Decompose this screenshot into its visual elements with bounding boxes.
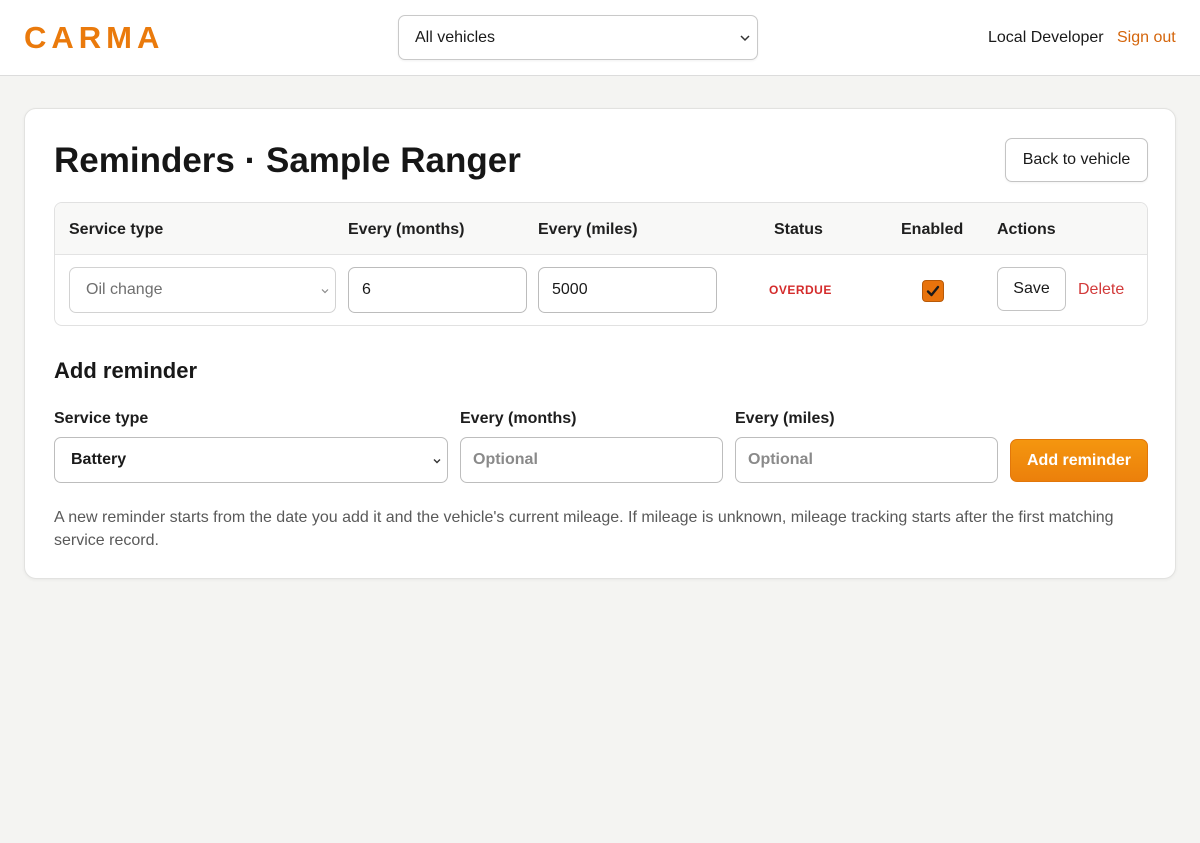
column-header-months: Every (months) bbox=[348, 221, 465, 238]
vehicle-filter-select[interactable]: All vehicles bbox=[398, 15, 758, 60]
column-header-service-type: Service type bbox=[69, 221, 164, 238]
add-reminder-title: Add reminder bbox=[54, 358, 198, 383]
service-type-label: Service type bbox=[54, 410, 149, 427]
column-header-status: Status bbox=[774, 221, 823, 238]
column-header-enabled: Enabled bbox=[901, 221, 964, 238]
sign-out-link[interactable]: Sign out bbox=[1117, 29, 1176, 47]
checkmark-icon bbox=[926, 285, 940, 297]
reminders-table: Service type Every (months) Every (miles… bbox=[54, 202, 1148, 326]
back-to-vehicle-button[interactable]: Back to vehicle bbox=[1005, 138, 1148, 182]
table-header: Service type Every (months) Every (miles… bbox=[55, 203, 1147, 255]
miles-label: Every (miles) bbox=[735, 410, 835, 427]
chevron-down-icon bbox=[433, 459, 441, 464]
top-navigation-bar: CARMA All vehicles Local Developer Sign … bbox=[0, 0, 1200, 76]
row-miles-input[interactable]: 5000 bbox=[538, 267, 717, 313]
delete-button[interactable]: Delete bbox=[1078, 281, 1124, 299]
helper-text: A new reminder starts from the date you … bbox=[54, 509, 1114, 549]
reminders-card: Reminders · Sample Ranger Back to vehicl… bbox=[24, 108, 1176, 579]
vehicle-filter-value: All vehicles bbox=[415, 28, 496, 46]
service-type-select[interactable]: Battery bbox=[54, 437, 448, 483]
enabled-checkbox[interactable] bbox=[922, 280, 944, 302]
months-label: Every (months) bbox=[460, 410, 577, 427]
months-input[interactable]: Optional bbox=[460, 437, 723, 483]
page-title: Reminders · Sample Ranger bbox=[54, 141, 521, 180]
row-service-type-select[interactable]: Oil change bbox=[69, 267, 336, 313]
service-type-value: Battery bbox=[71, 451, 127, 468]
chevron-down-icon bbox=[321, 289, 329, 294]
add-reminder-button[interactable]: Add reminder bbox=[1010, 439, 1148, 482]
column-header-miles: Every (miles) bbox=[538, 221, 638, 238]
miles-input[interactable]: Optional bbox=[735, 437, 998, 483]
row-service-type-value: Oil change bbox=[86, 281, 163, 298]
current-user-name: Local Developer bbox=[988, 29, 1104, 46]
save-button[interactable]: Save bbox=[997, 267, 1066, 311]
chevron-down-icon bbox=[740, 35, 750, 42]
column-header-actions: Actions bbox=[997, 221, 1056, 238]
brand-logo[interactable]: CARMA bbox=[24, 20, 164, 56]
status-badge: OVERDUE bbox=[769, 283, 832, 297]
row-months-input[interactable]: 6 bbox=[348, 267, 527, 313]
